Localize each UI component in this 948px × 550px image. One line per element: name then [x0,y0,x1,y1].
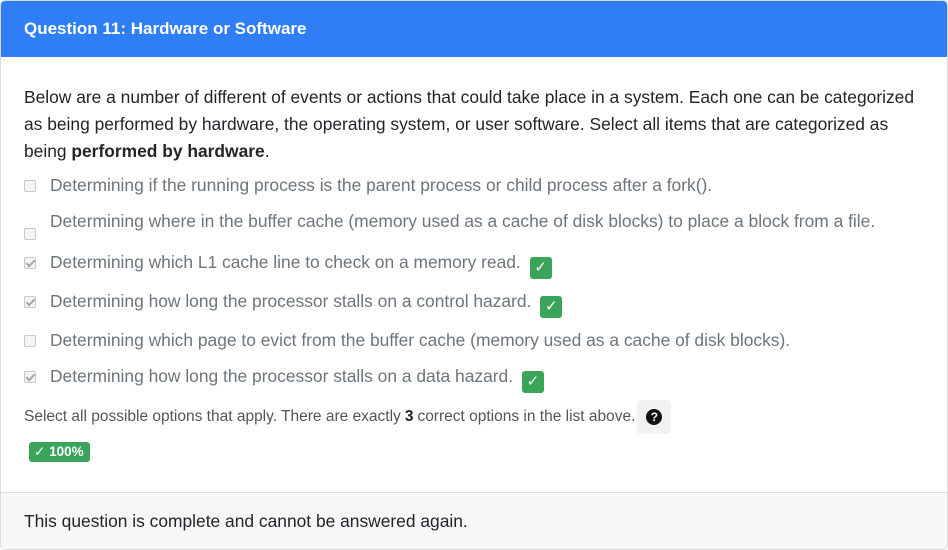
correct-check-icon: ✓ [529,257,552,279]
question-card: Question 11: Hardware or Software Below … [0,0,948,550]
option-checkbox-checked[interactable] [24,296,36,308]
correct-check-icon: ✓ [540,296,563,318]
prompt-emphasis: performed by hardware [71,141,265,161]
option-checkbox[interactable] [24,228,36,240]
score-badge: ✓ 100% [29,442,90,462]
option-label: Determining which page to evict from the… [50,330,791,350]
prompt-end: . [264,141,270,161]
option-label: Determining where in the buffer cache (m… [50,211,876,231]
answer-option-5: Determining which page to evict from the… [24,327,924,354]
completion-message: This question is complete and cannot be … [24,510,468,531]
score-check-icon: ✓ [34,444,46,459]
answer-option-1: Determining if the running process is th… [24,172,924,199]
answer-option-4: Determining how long the processor stall… [24,288,924,318]
help-button[interactable]: ? [637,400,672,434]
option-checkbox-checked[interactable] [24,371,36,383]
option-checkbox[interactable] [24,180,36,192]
option-checkbox-checked[interactable] [24,257,36,269]
option-label: Determining how long the processor stall… [50,366,514,386]
selection-hint: Select all possible options that apply. … [24,400,924,434]
option-checkbox[interactable] [24,335,36,347]
answer-option-6: Determining how long the processor stall… [24,363,924,393]
answer-option-2: Determining where in the buffer cache (m… [24,208,924,240]
correct-count: 3 [404,408,414,425]
question-prompt: Below are a number of different of event… [24,84,924,165]
hint-text: Select all possible options that apply. … [24,408,401,425]
option-label: Determining how long the processor stall… [50,291,532,311]
question-title: Question 11: Hardware or Software [24,19,307,38]
question-footer: This question is complete and cannot be … [1,492,947,549]
score-value: 100% [49,444,84,459]
question-header: Question 11: Hardware or Software [1,1,947,57]
answer-option-3: Determining which L1 cache line to check… [24,249,924,279]
question-circle-icon: ? [646,409,663,425]
answer-options: Determining if the running process is th… [24,172,924,393]
option-label: Determining if the running process is th… [50,175,713,195]
option-label: Determining which L1 cache line to check… [50,252,521,272]
correct-check-icon: ✓ [521,371,544,393]
hint-text-end: correct options in the list above. [417,408,636,425]
question-body: Below are a number of different of event… [1,57,947,462]
